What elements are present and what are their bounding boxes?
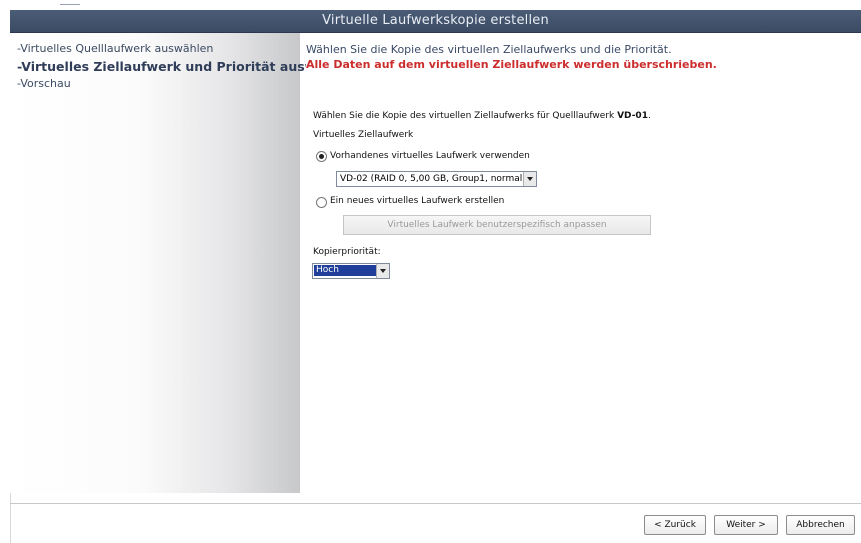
select-prompt: Wählen Sie die Kopie des virtuellen Ziel… — [313, 111, 651, 121]
existing-drive-value: VD-02 (RAID 0, 5,00 GB, Group1, normal) — [340, 174, 526, 184]
source-drive-name: VD-01 — [617, 111, 648, 121]
customize-drive-button[interactable]: Virtuelles Laufwerk benutzerspezifisch a… — [343, 215, 651, 235]
step-select-target-priority[interactable]: -Virtuelles Ziellaufwerk und Priorität a… — [17, 59, 355, 74]
footer-divider — [10, 503, 861, 504]
copy-priority-label: Kopierpriorität: — [313, 247, 381, 257]
copy-priority-dropdown[interactable]: Hoch — [312, 263, 390, 279]
overwrite-warning: Alle Daten auf dem virtuellen Ziellaufwe… — [306, 58, 717, 71]
top-strip — [0, 0, 861, 10]
target-drive-label: Virtuelles Ziellaufwerk — [313, 130, 414, 140]
title-bar: Virtuelle Laufwerkskopie erstellen — [10, 10, 861, 33]
intro-text: Wählen Sie die Kopie des virtuellen Ziel… — [306, 43, 672, 56]
step-select-source[interactable]: -Virtuelles Quelllaufwerk auswählen — [17, 42, 213, 55]
existing-drive-radio[interactable] — [316, 151, 327, 162]
new-drive-radio-label[interactable]: Ein neues virtuelles Laufwerk erstellen — [330, 196, 504, 206]
wizard-steps-sidebar: -Virtuelles Quelllaufwerk auswählen -Vir… — [10, 33, 355, 493]
existing-drive-radio-label[interactable]: Vorhandenes virtuelles Laufwerk verwende… — [330, 151, 530, 161]
background-window-edge — [60, 4, 80, 5]
cancel-button[interactable]: Abbrechen — [786, 515, 855, 535]
next-button[interactable]: Weiter > — [714, 515, 778, 535]
select-prompt-prefix: Wählen Sie die Kopie des virtuellen Ziel… — [313, 111, 618, 121]
copy-priority-value: Hoch — [314, 265, 376, 276]
window-title: Virtuelle Laufwerkskopie erstellen — [322, 13, 549, 28]
step-preview[interactable]: -Vorschau — [17, 77, 71, 90]
select-prompt-suffix: . — [647, 111, 651, 121]
wizard-content: Wählen Sie die Kopie des virtuellen Ziel… — [306, 33, 861, 493]
existing-drive-dropdown[interactable]: VD-02 (RAID 0, 5,00 GB, Group1, normal) — [336, 171, 537, 187]
chevron-down-icon[interactable] — [523, 172, 536, 186]
chevron-down-icon[interactable] — [376, 264, 389, 278]
new-drive-radio[interactable] — [316, 197, 327, 208]
back-button[interactable]: < Zurück — [644, 515, 706, 535]
